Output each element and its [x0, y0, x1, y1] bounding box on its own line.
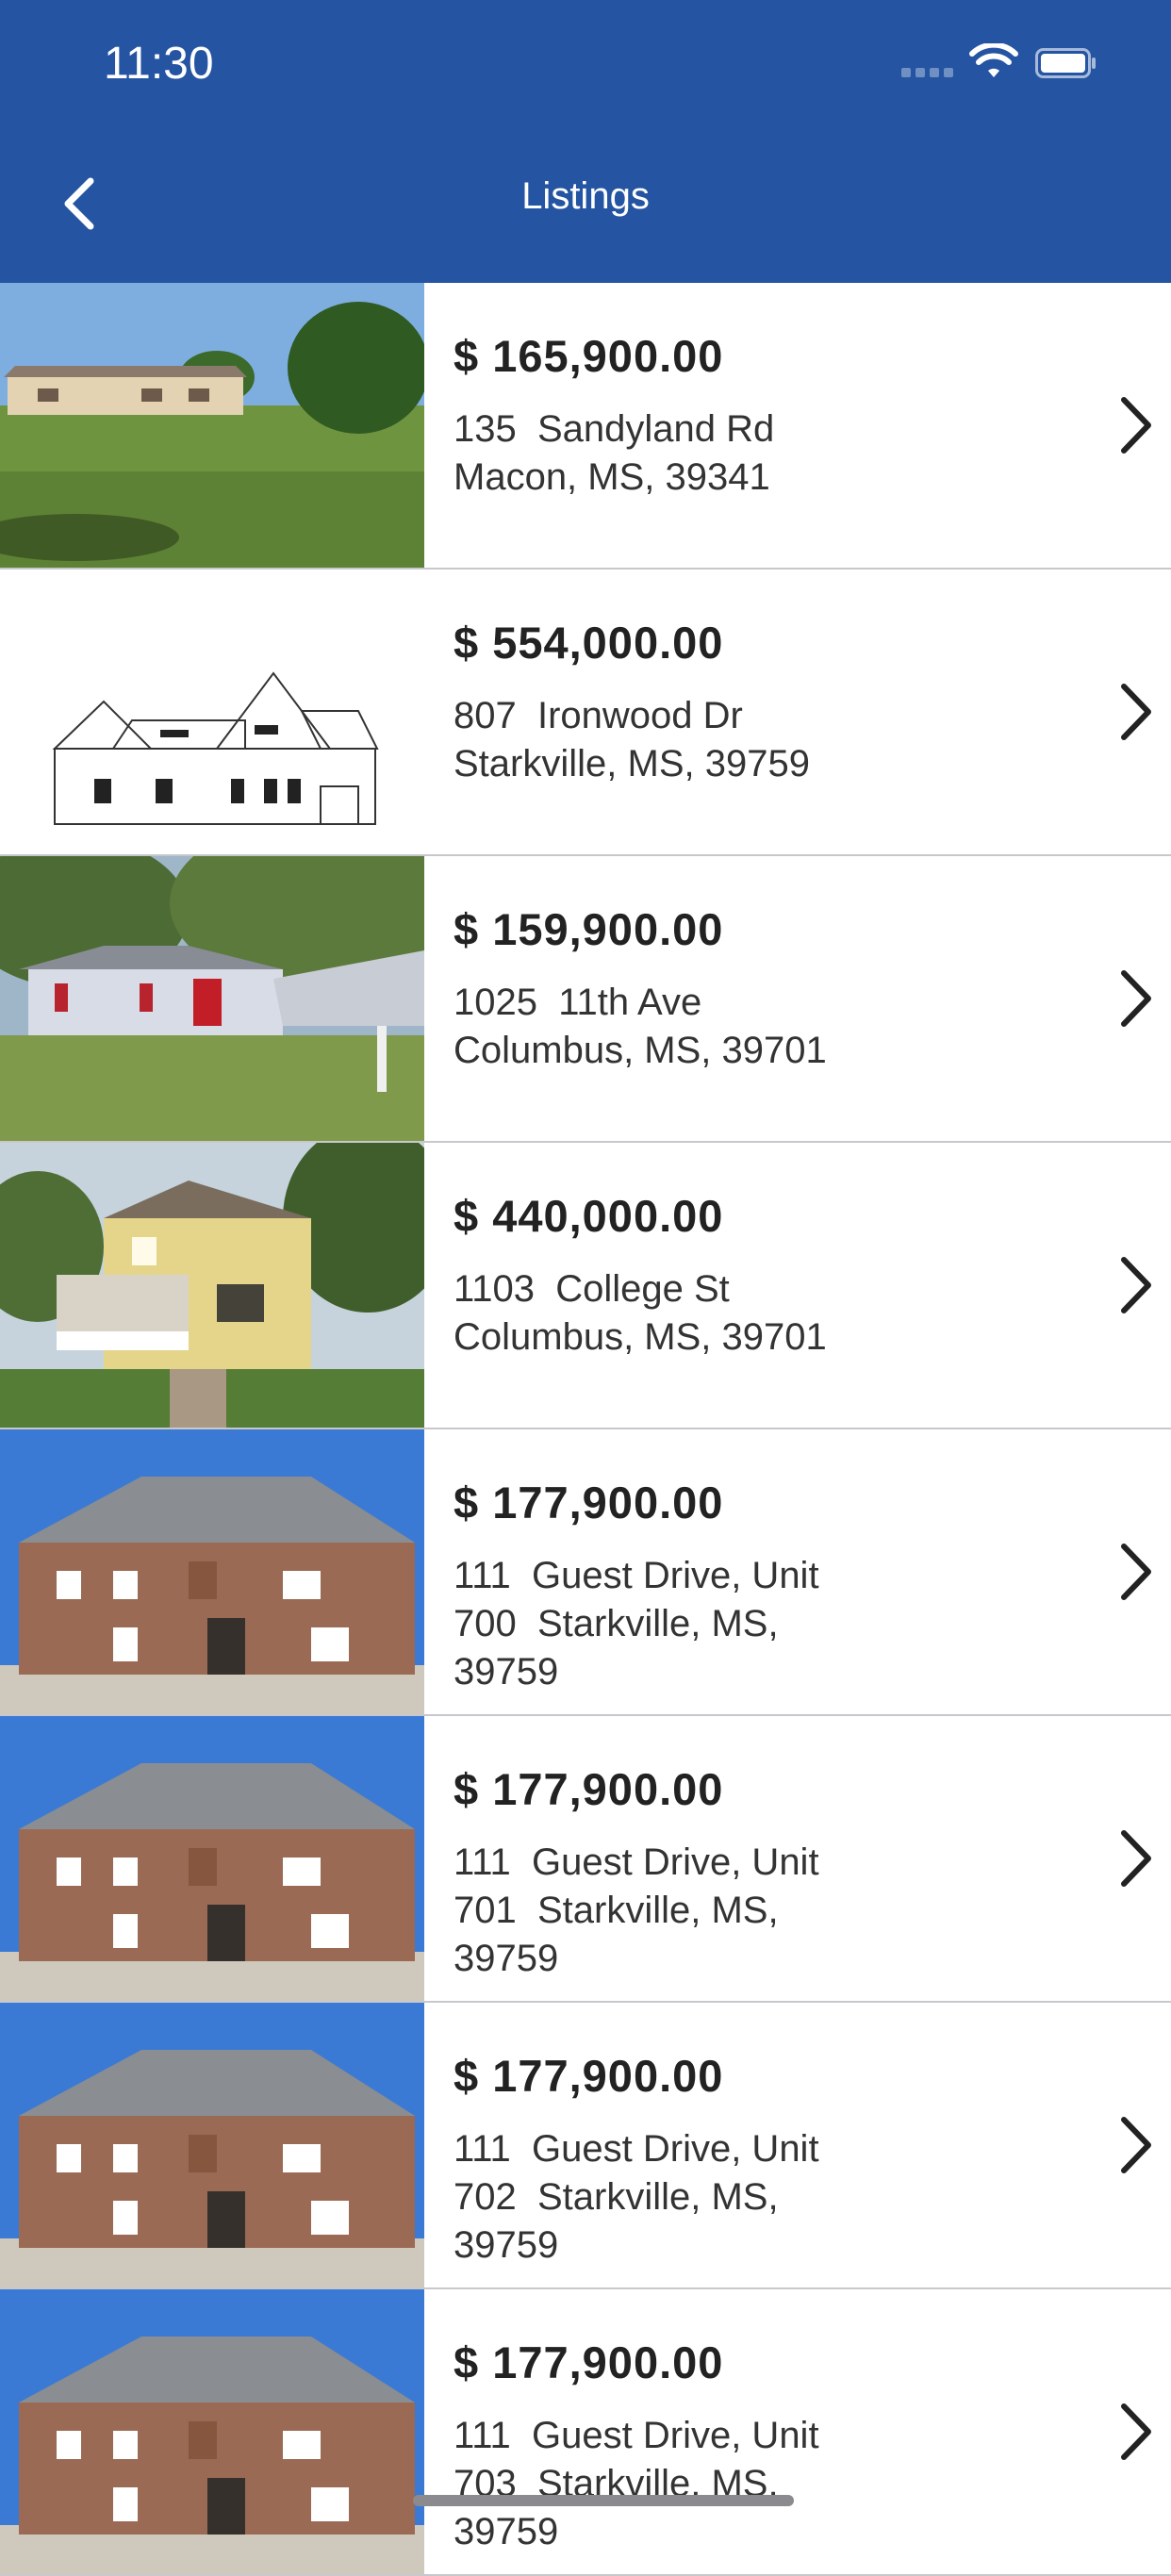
chevron-right-icon [1121, 1544, 1151, 1600]
listing-address: 111 Guest Drive, Unit 703 Starkville, MS… [454, 2415, 819, 2552]
listing-price: $ 177,900.00 [454, 1478, 724, 1527]
listing-row[interactable]: $ 159,900.00 1025 11th Ave Columbus, MS,… [0, 856, 1171, 1143]
chevron-right-icon [1121, 970, 1151, 1027]
listing-row[interactable]: $ 177,900.00 111 Guest Drive, Unit 701 S… [0, 1716, 1171, 2003]
listing-price: $ 159,900.00 [454, 904, 724, 954]
battery-icon [1035, 48, 1096, 78]
listing-row[interactable]: $ 177,900.00 111 Guest Drive, Unit 702 S… [0, 2003, 1171, 2289]
wifi-icon [969, 43, 1018, 77]
chevron-right-icon [1121, 1830, 1151, 1887]
chevron-right-icon [1121, 2117, 1151, 2173]
listing-address: 1103 College St Columbus, MS, 39701 [454, 1268, 827, 1358]
chevron-right-icon [1121, 684, 1151, 740]
listing-photo [0, 283, 424, 568]
listing-address: 135 Sandyland Rd Macon, MS, 39341 [454, 408, 775, 498]
listing-price: $ 554,000.00 [454, 618, 724, 668]
cellular-signal-icon [901, 68, 953, 77]
listing-address: 1025 11th Ave Columbus, MS, 39701 [454, 982, 827, 1071]
listing-photo [0, 1716, 424, 2001]
listing-row[interactable]: $ 177,900.00 111 Guest Drive, Unit 700 S… [0, 1429, 1171, 1716]
page-title: Listings [521, 175, 650, 217]
chevron-right-icon [1121, 2403, 1151, 2460]
listing-row[interactable]: $ 177,900.00 111 Guest Drive, Unit 703 S… [0, 2289, 1171, 2576]
listing-address: 111 Guest Drive, Unit 701 Starkville, MS… [454, 1841, 819, 1979]
status-time: 11:30 [104, 39, 214, 89]
listing-price: $ 177,900.00 [454, 2337, 724, 2387]
listing-price: $ 177,900.00 [454, 2051, 724, 2101]
listing-row[interactable]: $ 554,000.00 807 Ironwood Dr Starkville,… [0, 570, 1171, 856]
listing-price: $ 165,900.00 [454, 331, 724, 381]
listing-row[interactable]: $ 440,000.00 1103 College St Columbus, M… [0, 1143, 1171, 1429]
chevron-right-icon [1121, 397, 1151, 454]
home-indicator[interactable] [413, 2495, 794, 2506]
listing-photo [0, 1429, 424, 1714]
listing-address: 111 Guest Drive, Unit 702 Starkville, MS… [454, 2128, 819, 2266]
listing-row[interactable]: $ 165,900.00 135 Sandyland Rd Macon, MS,… [0, 283, 1171, 570]
listing-price: $ 177,900.00 [454, 1764, 724, 1814]
listing-photo [0, 1143, 424, 1428]
listing-photo [0, 856, 424, 1141]
listing-address: 807 Ironwood Dr Starkville, MS, 39759 [454, 695, 810, 784]
listings-list: $ 165,900.00 135 Sandyland Rd Macon, MS,… [0, 283, 1171, 2576]
navigation-header: 11:30 Listings [0, 0, 1171, 283]
listing-address: 111 Guest Drive, Unit 700 Starkville, MS… [454, 1555, 819, 1693]
listing-photo [0, 570, 424, 854]
listing-price: $ 440,000.00 [454, 1191, 724, 1241]
listing-photo [0, 2289, 424, 2574]
chevron-right-icon [1121, 1257, 1151, 1313]
listing-photo [0, 2003, 424, 2287]
